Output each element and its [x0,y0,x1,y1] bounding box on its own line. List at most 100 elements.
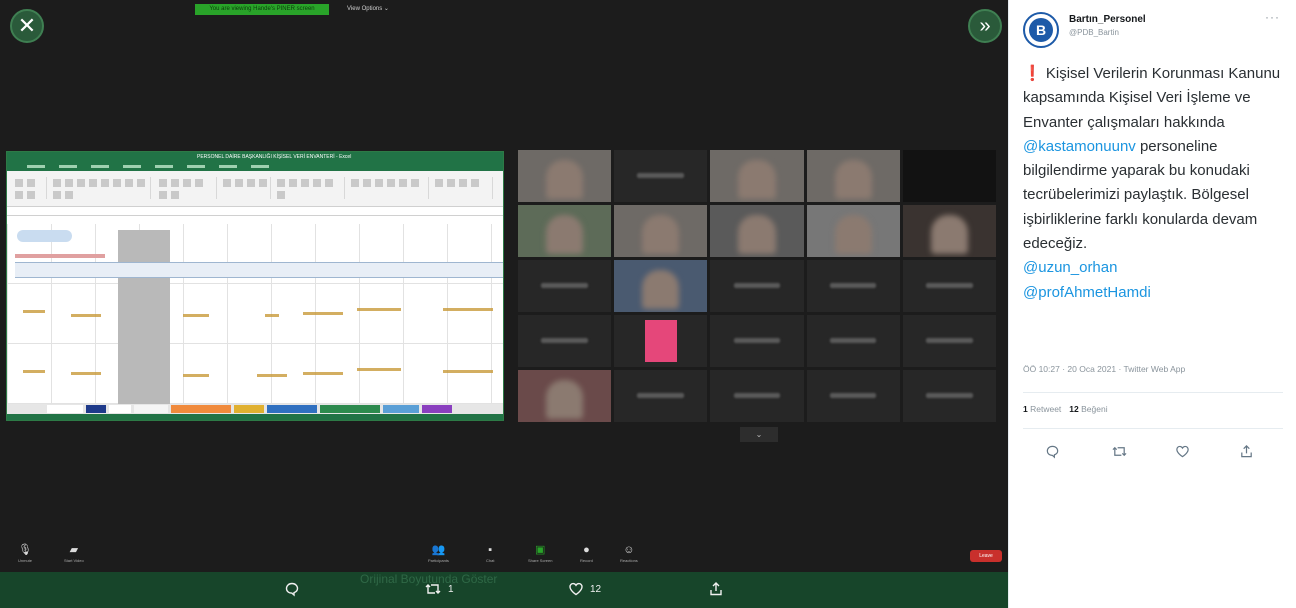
retweet-button[interactable]: 1 [424,581,454,597]
view-options-menu: View Options ⌄ [347,6,389,12]
tweet-panel: B Bartın_Personel @PDB_Bartin ··· ❗ Kişi… [1008,0,1296,608]
share-button[interactable] [708,581,724,597]
zoom-toolbar: 🎙 Unmute ▰ Start Video 👥 Participants ▪ … [0,540,1008,570]
chat-control: ▪ Chat [486,544,495,563]
reply-icon [1046,445,1059,459]
participant-tile [614,260,708,312]
double-chevron-right-icon: » [979,15,991,37]
retweet-icon [425,584,441,594]
divider [1023,428,1283,429]
close-icon: ✕ [17,13,37,38]
participant-tile [902,205,996,257]
participant-tile [614,150,708,202]
divider [1023,392,1283,393]
participant-tile [902,370,996,422]
excel-ribbon [7,171,503,207]
excel-highlight-row [15,254,105,258]
excel-title-bar: PERSONEL DAİRE BAŞKANLIĞI KİŞİSEL VERİ E… [7,152,503,163]
participant-tile [806,150,900,202]
excel-formula-bar [7,207,503,216]
participant-tile [806,205,900,257]
retweet-icon [1112,446,1127,457]
participant-tile [518,150,612,202]
participant-tile [902,150,996,202]
retweet-count: 1 [448,583,454,595]
user-handle[interactable]: @PDB_Bartin [1069,28,1119,37]
participant-tile [806,370,900,422]
participant-tile [518,315,612,367]
participant-tile [710,370,804,422]
display-name[interactable]: Bartın_Personel [1069,14,1146,25]
tweet-share-button[interactable] [1239,444,1254,464]
excel-gray-column [118,230,170,406]
media-actions-bar: Orijinal Boyutunda Göster 1 12 [0,572,1008,608]
retweet-stat[interactable]: 1 Retweet [1023,404,1061,414]
share-screen-control: ▣ Share Screen [528,544,553,563]
reply-button[interactable] [284,581,300,597]
excel-menu-tabs [7,163,503,171]
gallery-pager: ⌄ [740,427,778,442]
excel-header-row [15,262,503,278]
people-icon: 👥 [431,544,446,556]
participant-tile [806,315,900,367]
tweet-body-part-1: Kişisel Verilerin Korunması Kanunu kapsa… [1023,65,1281,131]
screen-share-banner: You are viewing Hande's PINER screen [195,4,329,15]
participant-tile [518,205,612,257]
record-icon: ● [583,544,590,556]
start-video-control: ▰ Start Video [64,544,84,563]
university-logo-icon: B [1029,18,1053,42]
avatar[interactable]: B [1023,12,1059,48]
participant-tile [710,315,804,367]
reactions-icon: ☺ [623,544,635,556]
participants-control: 👥 Participants [428,544,449,563]
excel-status-bar [7,414,503,420]
heart-icon [1176,445,1189,458]
record-control: ● Record [580,544,593,563]
media-viewer: ✕ » ← You are viewing Hande's PINER scre… [0,0,1008,608]
tweet-text: ❗ Kişisel Verilerin Korunması Kanunu kap… [1023,62,1285,305]
participant-tile [710,150,804,202]
mention-link[interactable]: @kastamonuunv [1023,138,1136,155]
reactions-control: ☺ Reactions [620,544,638,563]
participant-tile [614,315,708,367]
unmute-control: 🎙 Unmute [18,544,33,563]
participant-tile [806,260,900,312]
participant-tile [518,260,612,312]
collapse-panel-button[interactable]: » [968,9,1002,43]
tweet-stats: 1 Retweet 12 Beğeni [1023,404,1108,414]
microphone-icon: 🎙 [18,544,32,556]
share-icon [710,582,722,596]
exclamation-icon: ❗ [1023,65,1042,82]
like-stat[interactable]: 12 Beğeni [1069,404,1107,414]
participant-tile [518,370,612,422]
tweet-like-button[interactable] [1175,444,1190,464]
shared-excel-window: PERSONEL DAİRE BAŞKANLIĞI KİŞİSEL VERİ E… [6,151,504,421]
participant-tile [710,205,804,257]
participant-tile [902,315,996,367]
share-screen-icon: ▣ [535,544,546,556]
tweet-retweet-button[interactable] [1111,444,1128,464]
tweet-body-part-2: personeline bilgilendirme yaparak bu kon… [1023,137,1258,253]
chat-bubble-icon: ▪ [488,544,493,556]
excel-logo [17,230,72,242]
participant-tile [710,260,804,312]
more-options-icon[interactable]: ··· [1265,10,1280,24]
participant-tile [614,205,708,257]
mention-link[interactable]: @profAhmetHamdi [1023,281,1285,305]
participant-tile [902,260,996,312]
share-icon [1241,445,1252,458]
page: ✕ » ← You are viewing Hande's PINER scre… [0,0,1296,608]
participant-tile [614,370,708,422]
mention-link[interactable]: @uzun_orhan [1023,256,1285,280]
leave-button: Leave [970,550,1002,562]
excel-sheet-tabs [7,404,503,414]
tweet-reply-button[interactable] [1045,444,1060,464]
participants-gallery [518,150,996,422]
like-count: 12 [590,583,602,595]
close-viewer-button[interactable]: ✕ [10,9,44,43]
heart-icon [569,582,583,596]
reply-icon [285,582,299,597]
tweet-timestamp[interactable]: ÖÖ 10:27 · 20 Oca 2021 · Twitter Web App [1023,364,1185,374]
video-camera-icon: ▰ [69,544,79,556]
like-button[interactable]: 12 [568,581,601,597]
